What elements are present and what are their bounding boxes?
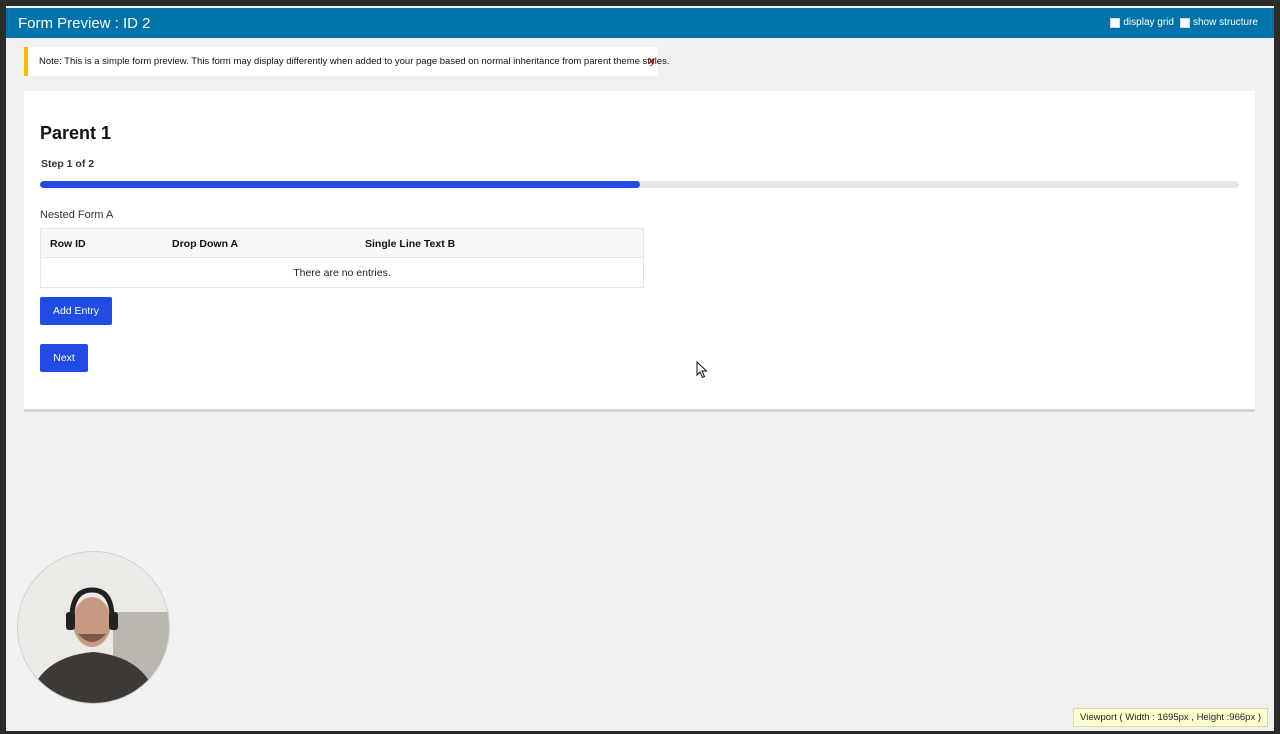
column-header-drop-down-a: Drop Down A — [172, 238, 239, 250]
nested-form-label: Nested Form A — [40, 209, 114, 221]
viewport-size-badge: Viewport ( Width : 1695px , Height :966p… — [1073, 708, 1268, 727]
form-card: Parent 1 Step 1 of 2 Nested Form A Row I… — [24, 91, 1255, 412]
display-grid-label: display grid — [1123, 17, 1174, 28]
show-structure-checkbox[interactable] — [1179, 17, 1190, 28]
notice-text: Note: This is a simple form preview. Thi… — [39, 56, 670, 67]
add-entry-button[interactable]: Add Entry — [40, 297, 112, 325]
header-options: display grid show structure — [1110, 17, 1258, 28]
column-header-single-line-text-b: Single Line Text B — [365, 238, 456, 250]
show-structure-option[interactable]: show structure — [1179, 17, 1258, 28]
webcam-overlay — [17, 551, 170, 704]
mouse-pointer-icon — [696, 361, 708, 379]
display-grid-checkbox[interactable] — [1110, 17, 1121, 28]
preview-header: Form Preview : ID 2 display grid show st… — [6, 8, 1274, 38]
form-title: Parent 1 — [40, 123, 112, 143]
close-icon[interactable]: × — [648, 54, 655, 68]
progress-bar-fill — [40, 181, 640, 188]
table-header: Row ID Drop Down A Single Line Text B — [41, 229, 643, 258]
display-grid-option[interactable]: display grid — [1110, 17, 1174, 28]
progress-bar — [40, 181, 1239, 188]
preview-title: Form Preview : ID 2 — [18, 15, 151, 32]
preview-window: Form Preview : ID 2 display grid show st… — [6, 6, 1274, 731]
show-structure-label: show structure — [1192, 17, 1258, 28]
preview-notice: Note: This is a simple form preview. Thi… — [24, 47, 669, 76]
column-header-row-id: Row ID — [50, 238, 86, 250]
empty-entries-message: There are no entries. — [293, 267, 391, 279]
step-indicator: Step 1 of 2 — [41, 158, 95, 170]
webcam-person-icon — [18, 552, 169, 703]
next-button[interactable]: Next — [40, 344, 88, 372]
nested-entries-table: Row ID Drop Down A Single Line Text B Th… — [40, 228, 644, 288]
